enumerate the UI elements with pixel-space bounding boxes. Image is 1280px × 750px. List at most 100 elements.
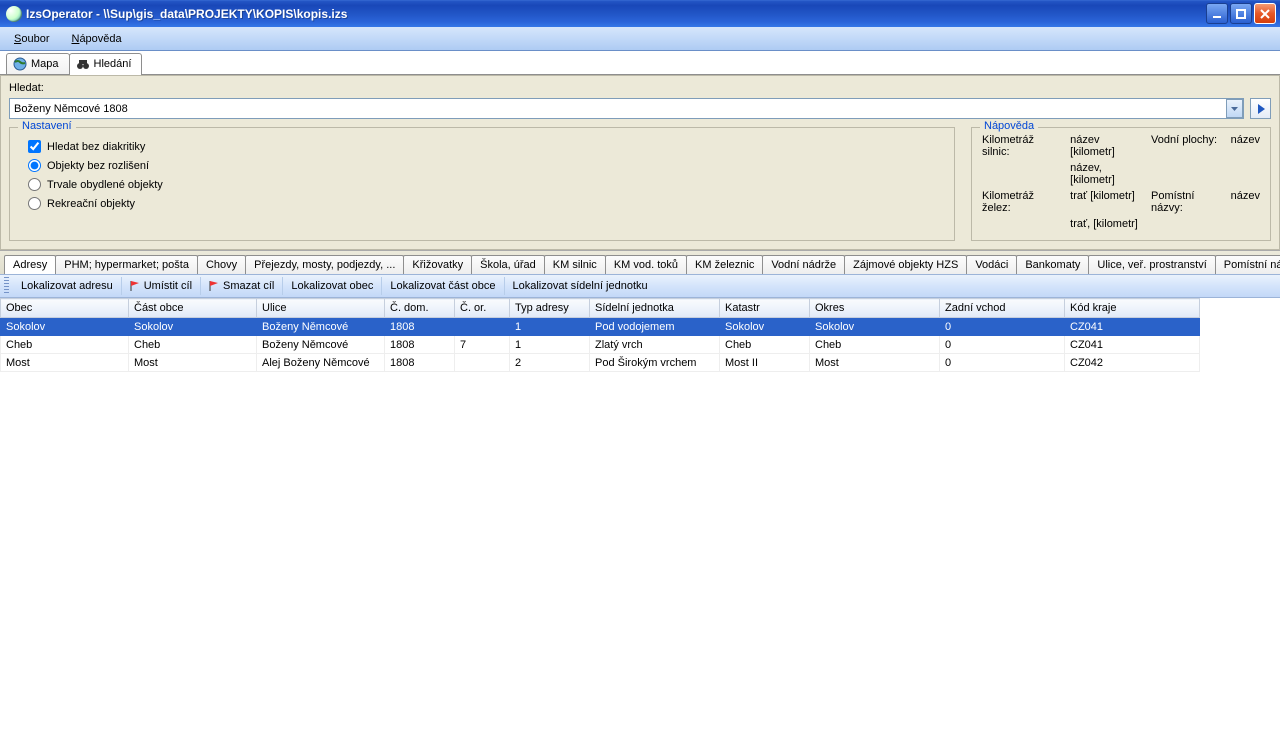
col-sid[interactable]: Sídelní jednotka: [590, 299, 720, 318]
tab-zajmove[interactable]: Zájmové objekty HZS: [844, 255, 967, 274]
hint-l5a: Pomístní názvy:: [1151, 190, 1223, 214]
tab-vodni-nadrze[interactable]: Vodní nádrže: [762, 255, 845, 274]
result-tab-strip: Adresy PHM; hypermarket; pošta Chovy Pře…: [0, 250, 1280, 274]
cell-ulice: Alej Boženy Němcové: [257, 354, 385, 372]
btn-lokc-label: Lokalizovat část obce: [390, 280, 495, 292]
table-row[interactable]: SokolovSokolovBoženy Němcové18081Pod vod…: [1, 318, 1200, 336]
tab-skola[interactable]: Škola, úřad: [471, 255, 545, 274]
tab-km-silnic[interactable]: KM silnic: [544, 255, 606, 274]
col-kat[interactable]: Katastr: [720, 299, 810, 318]
btn-lokalizovat-cast[interactable]: Lokalizovat část obce: [382, 277, 504, 295]
btn-smazat-cil[interactable]: Smazat cíl: [201, 277, 283, 295]
radio-obr-input[interactable]: [28, 159, 41, 172]
fieldset-napoveda: Nápověda Kilometráž silnic: název [kilom…: [971, 127, 1271, 241]
minimize-button[interactable]: [1206, 3, 1228, 24]
radio-objekty-bez-rozliseni[interactable]: Objekty bez rozlišení: [28, 159, 944, 172]
col-cast[interactable]: Část obce: [129, 299, 257, 318]
binoculars-icon: [76, 57, 90, 71]
tab-adresy[interactable]: Adresy: [4, 255, 56, 274]
col-okr[interactable]: Okres: [810, 299, 940, 318]
search-dropdown-button[interactable]: [1226, 99, 1243, 118]
cell-cdom: 1808: [385, 336, 455, 354]
cell-ulice: Boženy Němcové: [257, 318, 385, 336]
menu-soubor[interactable]: Soubor: [6, 30, 57, 48]
tab-chovy[interactable]: Chovy: [197, 255, 246, 274]
btn-loka-label: Lokalizovat adresu: [21, 280, 113, 292]
top-tab-strip: Mapa Hledání: [0, 51, 1280, 75]
checkbox-hbd-input[interactable]: [28, 140, 41, 153]
btn-umistit-cil[interactable]: Umístit cíl: [122, 277, 201, 295]
radio-trvale-obydlene[interactable]: Trvale obydlené objekty: [28, 178, 944, 191]
col-kod[interactable]: Kód kraje: [1065, 299, 1200, 318]
btn-lokalizovat-adresu[interactable]: Lokalizovat adresu: [13, 277, 122, 295]
cell-sid: Zlatý vrch: [590, 336, 720, 354]
tab-pomistni[interactable]: Pomístní názvy: [1215, 255, 1280, 274]
radio-reo-input[interactable]: [28, 197, 41, 210]
col-zad[interactable]: Zadní vchod: [940, 299, 1065, 318]
col-cor[interactable]: Č. or.: [455, 299, 510, 318]
globe-icon: [13, 57, 27, 71]
cell-zad: 0: [940, 336, 1065, 354]
cell-obec: Cheb: [1, 336, 129, 354]
tab-prejezdy[interactable]: Přejezdy, mosty, podjezdy, ...: [245, 255, 404, 274]
cell-typ: 1: [510, 318, 590, 336]
col-cdom[interactable]: Č. dom.: [385, 299, 455, 318]
radio-tob-input[interactable]: [28, 178, 41, 191]
radio-tob-label: Trvale obydlené objekty: [47, 179, 163, 191]
btn-smaz-label: Smazat cíl: [223, 280, 274, 292]
search-combobox[interactable]: [9, 98, 1244, 119]
tab-mapa-label: Mapa: [31, 58, 59, 70]
search-input[interactable]: [10, 99, 1226, 118]
tab-krizovatky[interactable]: Křižovatky: [403, 255, 472, 274]
cell-cdom: 1808: [385, 354, 455, 372]
cell-okr: Cheb: [810, 336, 940, 354]
radio-obr-label: Objekty bez rozlišení: [47, 160, 149, 172]
cell-kod: CZ041: [1065, 318, 1200, 336]
col-obec[interactable]: Obec: [1, 299, 129, 318]
tab-km-vod[interactable]: KM vod. toků: [605, 255, 687, 274]
hint-l3b: název, [kilometr]: [1070, 162, 1143, 186]
hint-l1a: Kilometráž silnic:: [982, 134, 1062, 158]
table-header-row: Obec Část obce Ulice Č. dom. Č. or. Typ …: [1, 299, 1200, 318]
cell-zad: 0: [940, 318, 1065, 336]
btn-umis-label: Umístit cíl: [144, 280, 192, 292]
tab-vodaci[interactable]: Vodáci: [966, 255, 1017, 274]
checkbox-hbd-label: Hledat bez diakritiky: [47, 141, 145, 153]
cell-cor: 7: [455, 336, 510, 354]
cell-cor: [455, 354, 510, 372]
btn-lokalizovat-jednotku[interactable]: Lokalizovat sídelní jednotku: [505, 277, 656, 295]
search-panel: Hledat: Nastavení Hledat bez diakritiky: [0, 75, 1280, 250]
cell-kod: CZ041: [1065, 336, 1200, 354]
hint-l4a: Kilometráž želez:: [982, 190, 1062, 214]
col-typ[interactable]: Typ adresy: [510, 299, 590, 318]
fieldset-nastaveni: Nastavení Hledat bez diakritiky Objekty …: [9, 127, 955, 241]
maximize-button[interactable]: [1230, 3, 1252, 24]
close-button[interactable]: [1254, 3, 1276, 24]
tab-ulice[interactable]: Ulice, veř. prostranství: [1088, 255, 1215, 274]
tab-bankomaty[interactable]: Bankomaty: [1016, 255, 1089, 274]
search-label: Hledat:: [9, 82, 1271, 94]
tab-mapa[interactable]: Mapa: [6, 53, 70, 74]
table-row[interactable]: ChebChebBoženy Němcové180871Zlatý vrchCh…: [1, 336, 1200, 354]
menu-napoveda-label: ápověda: [79, 33, 121, 45]
play-icon: [1257, 104, 1265, 114]
search-go-button[interactable]: [1250, 98, 1271, 119]
cell-typ: 1: [510, 336, 590, 354]
btn-lokalizovat-obec[interactable]: Lokalizovat obec: [283, 277, 382, 295]
menu-napoveda[interactable]: Nápověda: [63, 30, 129, 48]
hint-l1b: název [kilometr]: [1070, 134, 1143, 158]
table-row[interactable]: MostMostAlej Boženy Němcové18082Pod Širo…: [1, 354, 1200, 372]
cell-kat: Cheb: [720, 336, 810, 354]
tab-phm[interactable]: PHM; hypermarket; pošta: [55, 255, 198, 274]
tab-hledani[interactable]: Hledání: [69, 53, 143, 75]
cell-typ: 2: [510, 354, 590, 372]
toolbar-grip[interactable]: [4, 277, 9, 295]
cell-cor: [455, 318, 510, 336]
checkbox-hledat-bez-diakritiky[interactable]: Hledat bez diakritiky: [28, 140, 944, 153]
col-ulice[interactable]: Ulice: [257, 299, 385, 318]
cell-kat: Most II: [720, 354, 810, 372]
tab-km-zelez[interactable]: KM železnic: [686, 255, 763, 274]
hint-l3a: [982, 162, 1062, 186]
radio-rekreacni[interactable]: Rekreační objekty: [28, 197, 944, 210]
cell-obec: Sokolov: [1, 318, 129, 336]
